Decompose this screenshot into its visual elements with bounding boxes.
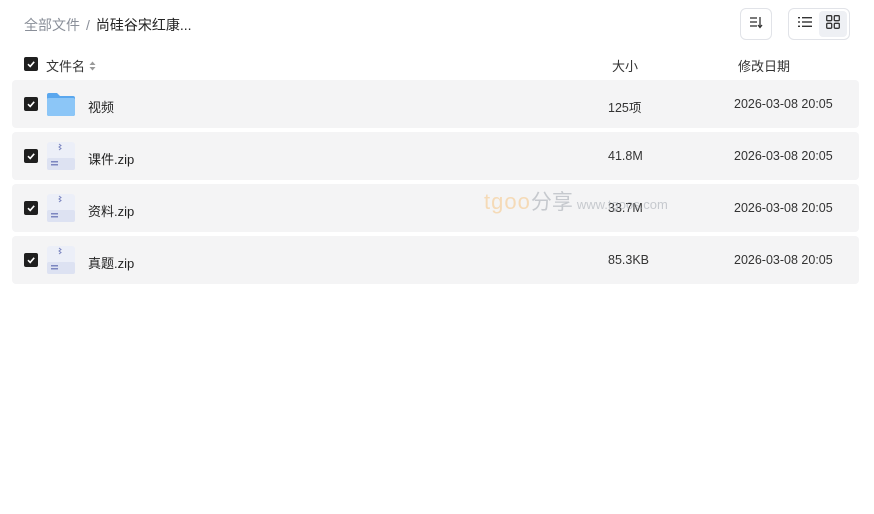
file-name: 视频 [88,100,115,115]
sort-icon [749,15,763,34]
sort-button[interactable] [740,8,772,40]
file-size: 41.8M [608,149,643,163]
grid-view-button[interactable] [819,11,847,37]
zip-file-icon [46,193,76,223]
file-date: 2026-03-08 20:05 [734,97,833,111]
folder-icon [46,89,76,119]
view-toggle [788,8,850,40]
file-row[interactable]: 视频 125项 2026-03-08 20:05 [12,80,859,128]
row-checkbox[interactable] [24,201,38,215]
watermark-cn: 分享 [530,191,573,214]
column-header-date: 修改日期 [738,59,791,74]
file-date: 2026-03-08 20:05 [734,253,833,267]
zip-file-icon [46,245,76,275]
watermark: tgoo 分享 www.tgoos.com [484,186,668,216]
file-row[interactable]: 真题.zip 85.3KB 2026-03-08 20:05 [12,236,859,284]
watermark-url: www.tgoos.com [576,197,668,212]
list-view-icon [798,15,812,33]
file-date: 2026-03-08 20:05 [734,201,833,215]
grid-view-icon [826,14,840,34]
check-icon [27,205,35,212]
list-view-button[interactable] [791,11,819,37]
row-checkbox[interactable] [24,253,38,267]
file-name: 真题.zip [88,256,135,271]
column-header-size: 大小 [612,59,639,74]
column-header-name[interactable]: 文件名 [46,56,96,75]
row-checkbox[interactable] [24,149,38,163]
file-size: 85.3KB [608,253,650,267]
breadcrumb-separator: / [86,17,90,33]
watermark-brand: tgoo [484,189,531,214]
sort-caret-icon [89,61,96,71]
table-header: 文件名 大小 修改日期 [12,51,859,77]
check-icon [27,101,35,108]
row-checkbox[interactable] [24,97,38,111]
file-row[interactable]: 资料.zip 33.7M 2026-03-08 20:05 [12,184,859,232]
check-icon [27,257,35,264]
file-row[interactable]: 课件.zip 41.8M 2026-03-08 20:05 [12,132,859,180]
top-bar: 全部文件 / 尚硅谷宋红康... [0,0,874,50]
column-header-name-label: 文件名 [46,59,86,74]
zip-file-icon [46,141,76,171]
breadcrumb-current: 尚硅谷宋红康... [95,17,192,33]
file-list: 视频 125项 2026-03-08 20:05 课件.zip 41.8M 20… [12,80,859,288]
check-icon [27,153,35,160]
file-name: 资料.zip [88,204,135,219]
check-icon [27,61,35,68]
file-size: 125项 [608,101,642,115]
breadcrumb: 全部文件 / 尚硅谷宋红康... [24,15,192,35]
breadcrumb-root-link[interactable]: 全部文件 [24,15,80,35]
file-name: 课件.zip [88,152,135,167]
select-all-checkbox[interactable] [24,57,38,71]
file-date: 2026-03-08 20:05 [734,149,833,163]
